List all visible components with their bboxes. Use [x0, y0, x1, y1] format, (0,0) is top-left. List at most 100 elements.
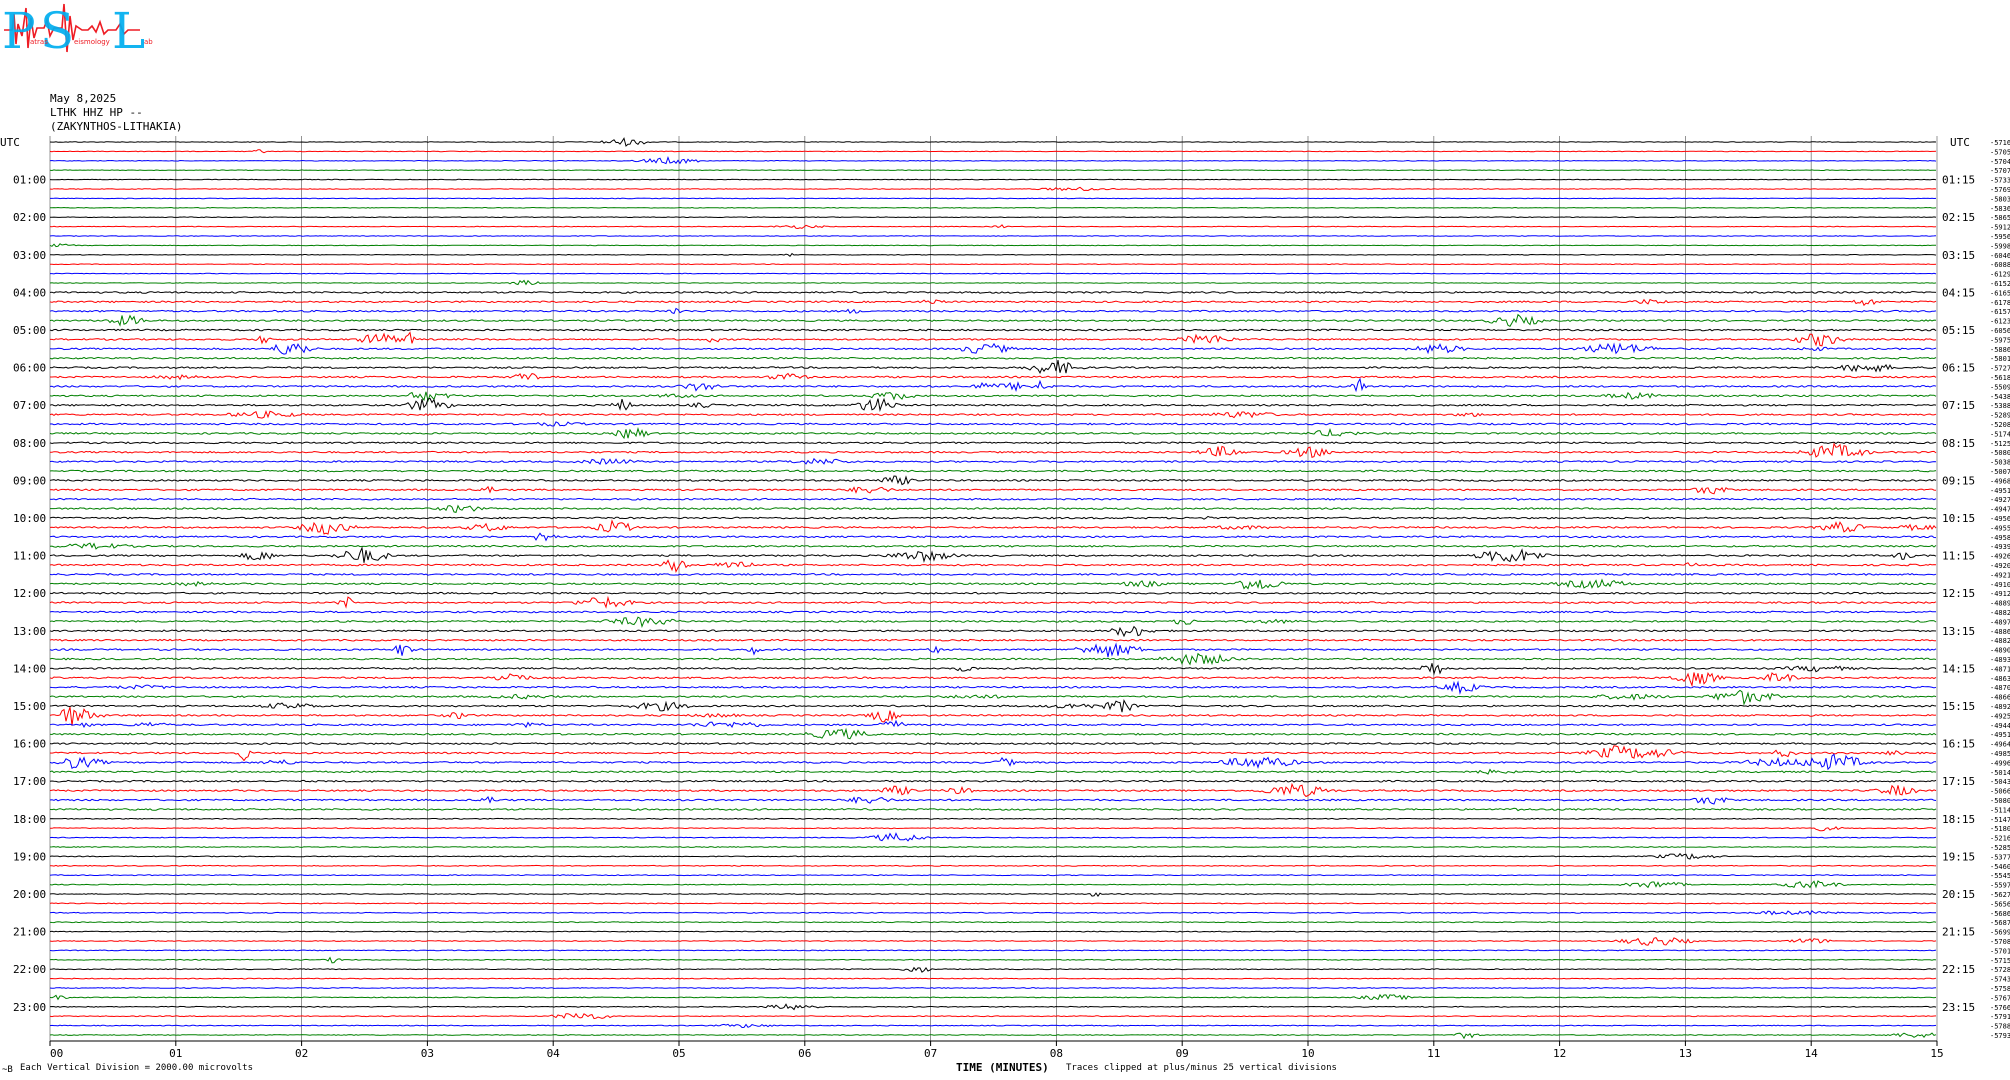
- trace-offset-label: -5460: [1990, 863, 2010, 871]
- left-hour-label: 02:00: [13, 211, 46, 224]
- trace-offset-label: -4882: [1990, 609, 2010, 617]
- right-hour-label: 12:15: [1942, 587, 1975, 600]
- seismogram-trace: [49, 515, 1937, 520]
- trace-offset-label: -5793: [1990, 1032, 2010, 1040]
- right-hour-label: 15:15: [1942, 700, 1975, 713]
- trace-offset-label: -5788: [1990, 1023, 2010, 1031]
- seismogram-trace: [49, 699, 1937, 713]
- clip-note: Traces clipped at plus/minus 25 vertical…: [1066, 1063, 1337, 1073]
- seismogram-trace: [50, 272, 1937, 275]
- seismogram-trace: [49, 298, 1937, 307]
- left-hour-label: 17:00: [13, 775, 46, 788]
- trace-offset-label: -5791: [1990, 1013, 2010, 1021]
- x-tick-label: 05: [672, 1047, 685, 1060]
- seismogram-trace: [49, 410, 1937, 419]
- trace-offset-label: -5701: [1990, 947, 2010, 955]
- x-tick-label: 02: [295, 1047, 308, 1060]
- left-hour-label: 16:00: [13, 738, 46, 751]
- trace-offset-label: -5216: [1990, 835, 2010, 843]
- trace-offset-label: -5627: [1990, 891, 2010, 899]
- right-hour-label: 13:15: [1942, 625, 1975, 638]
- seismogram-trace: [49, 469, 1937, 473]
- seismogram-trace: [49, 397, 1937, 412]
- right-hour-label: 02:15: [1942, 211, 1975, 224]
- seismogram-trace: [49, 910, 1936, 916]
- seismogram-trace: [49, 595, 1937, 609]
- trace-offset-label: -6088: [1990, 261, 2010, 269]
- left-hour-label: 01:00: [13, 174, 46, 187]
- seismogram-trace: [49, 874, 1937, 877]
- trace-offset-label: -5038: [1990, 459, 2010, 467]
- trace-offset-label: -4882: [1990, 637, 2010, 645]
- left-hour-label: 12:00: [13, 587, 46, 600]
- seismogram-trace: [49, 216, 1937, 219]
- trace-offset-label: -5388: [1990, 402, 2010, 410]
- minute-grid: [49, 136, 1938, 1046]
- trace-offset-label: -5080: [1990, 797, 2010, 805]
- seismogram-trace: [49, 546, 1937, 563]
- seismogram-trace: [49, 616, 1937, 629]
- left-hour-label: 14:00: [13, 662, 46, 675]
- seismogram-trace: [49, 846, 1937, 848]
- trace-offset-label: -4897: [1990, 618, 2010, 626]
- seismogram-trace: [49, 689, 1937, 706]
- right-hour-label: 01:15: [1942, 174, 1975, 187]
- trace-offset-label: -5715: [1990, 957, 2010, 965]
- trace-offset-label: -4863: [1990, 675, 2010, 683]
- trace-offset-label: -5728: [1990, 966, 2010, 974]
- trace-offset-label: -4926: [1990, 553, 2010, 561]
- trace-offset-label: -5705: [1990, 148, 2010, 156]
- seismogram-trace: [49, 1032, 1937, 1040]
- seismogram-trace: [49, 930, 1936, 933]
- seismogram-trace: [49, 186, 1937, 192]
- left-hour-label: 23:00: [13, 1001, 46, 1014]
- seismogram-trace: [49, 727, 1937, 740]
- seismogram-trace: [49, 342, 1937, 355]
- seismogram-trace: [49, 426, 1937, 440]
- seismogram-trace: [49, 532, 1937, 542]
- trace-offset-label: -5114: [1990, 806, 2010, 814]
- seismogram-trace: [49, 391, 1937, 403]
- x-tick-label: 04: [547, 1047, 561, 1060]
- seismogram-trace: [49, 768, 1937, 775]
- trace-offset-label: -4892: [1990, 703, 2010, 711]
- seismogram-trace: [49, 652, 1937, 666]
- seismogram-trace: [50, 206, 1937, 209]
- x-tick-label: 10: [1301, 1047, 1314, 1060]
- trace-offset-label: -5708: [1990, 938, 2010, 946]
- trace-offset-label: -5545: [1990, 872, 2010, 880]
- trace-offset-label: -5704: [1990, 158, 2010, 166]
- trace-offset-label: -5836: [1990, 205, 2010, 213]
- trace-offset-label: -5043: [1990, 778, 2010, 786]
- seismogram-trace: [49, 638, 1936, 642]
- seismogram-trace: [50, 504, 1937, 514]
- trace-offset-label: -4996: [1990, 759, 2010, 767]
- seismogram-trace: [50, 197, 1937, 200]
- seismogram-trace: [49, 155, 1937, 165]
- seismogram-trace: [49, 852, 1937, 860]
- right-hour-label: 19:15: [1942, 850, 1975, 863]
- trace-offset-label: -5743: [1990, 976, 2010, 984]
- trace-offset-label: -5377: [1990, 853, 2010, 861]
- right-hour-label: 22:15: [1942, 963, 1975, 976]
- left-hour-label: 15:00: [13, 700, 46, 713]
- seismogram-trace: [49, 578, 1937, 590]
- left-utc-label: UTC: [0, 136, 20, 149]
- trace-offset-label: -5766: [1990, 1004, 2010, 1012]
- trace-offset-label: -5618: [1990, 374, 2010, 382]
- trace-offset-label: -4939: [1990, 543, 2010, 551]
- seismogram-trace: [49, 753, 1937, 771]
- right-hour-label: 08:15: [1942, 437, 1975, 450]
- seismogram-trace: [49, 742, 1937, 745]
- trace-offset-label: -4985: [1990, 750, 2010, 758]
- trace-offset-label: -4912: [1990, 590, 2010, 598]
- left-hour-label: 19:00: [13, 850, 46, 863]
- trace-offset-label: -4947: [1990, 506, 2010, 514]
- trace-offset-label: -5801: [1990, 355, 2010, 363]
- seismogram-trace: [49, 671, 1937, 688]
- trace-offset-label: -5289: [1990, 412, 2010, 420]
- seismogram-trace: [49, 826, 1937, 832]
- seismogram-trace: [49, 591, 1937, 595]
- right-hour-label: 06:15: [1942, 362, 1975, 375]
- left-hour-label: 13:00: [13, 625, 46, 638]
